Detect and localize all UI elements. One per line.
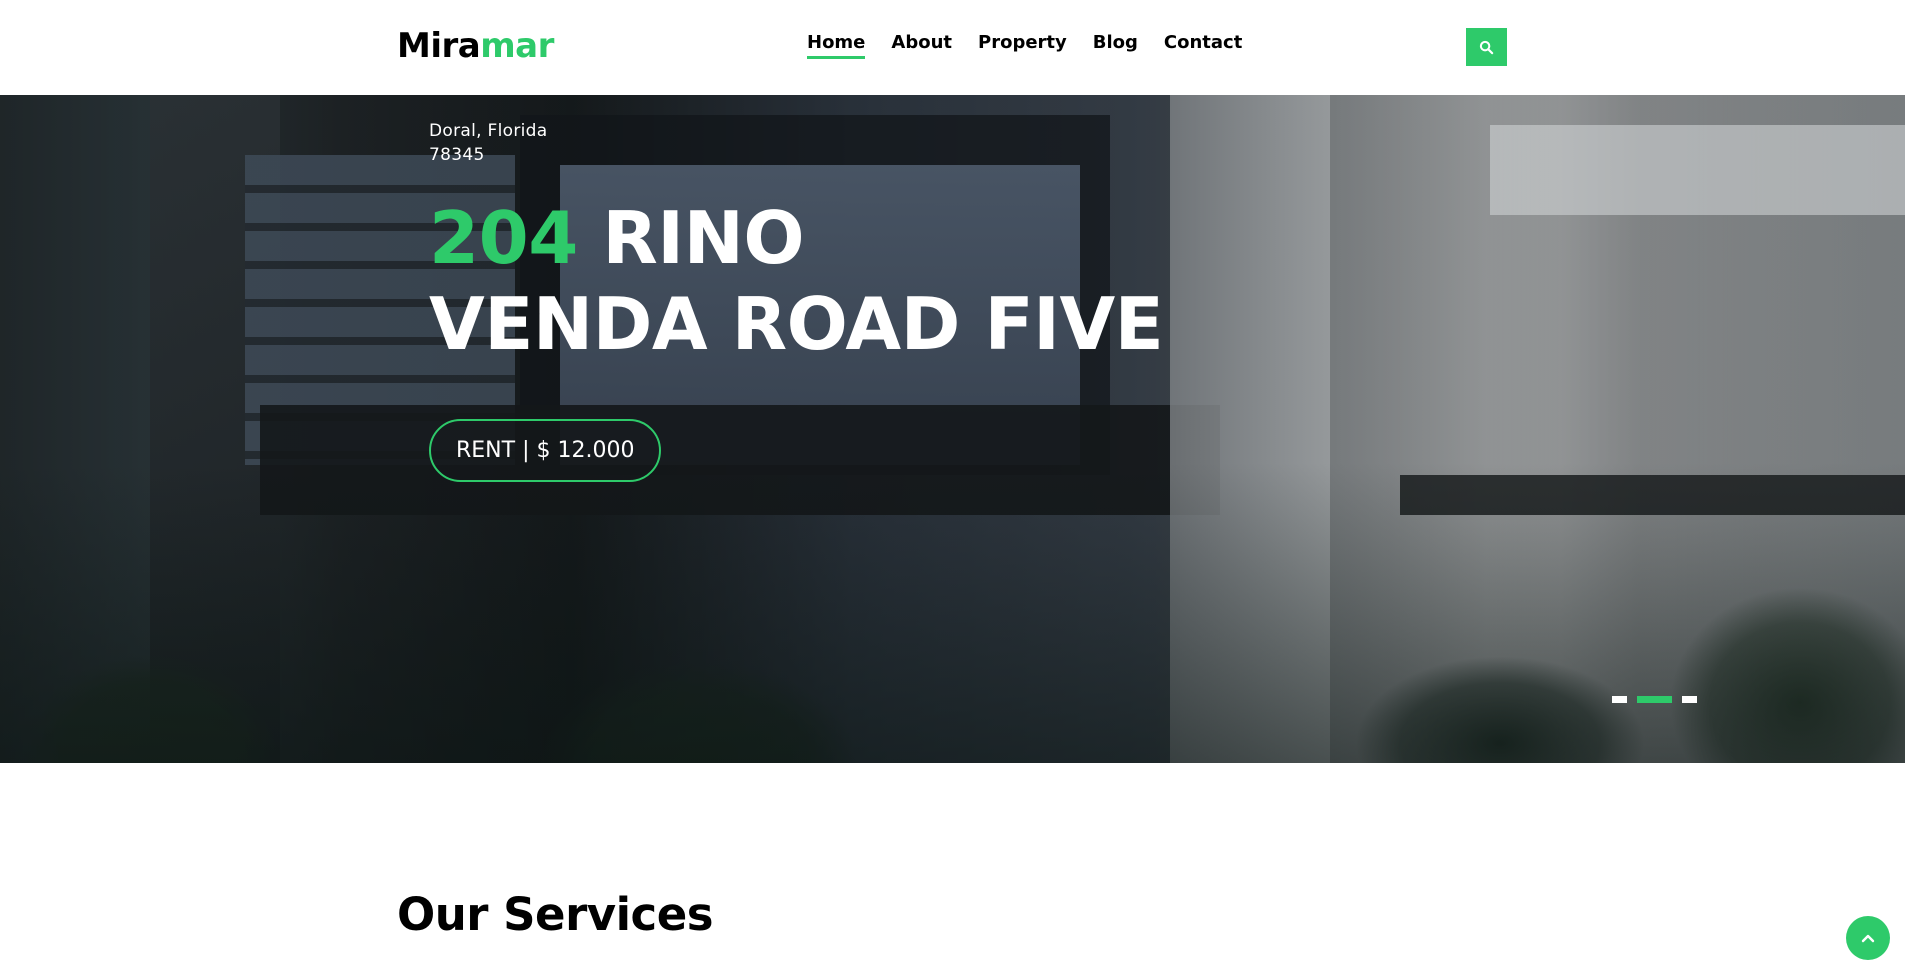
property-title-number: 204: [429, 196, 578, 280]
carousel-dot-1[interactable]: [1612, 696, 1627, 703]
nav-item-about[interactable]: About: [891, 32, 952, 59]
back-to-top-button[interactable]: [1846, 916, 1890, 960]
site-header: Miramar Home About Property Blog Contact: [0, 0, 1905, 95]
search-button[interactable]: [1466, 28, 1507, 66]
carousel-dot-2[interactable]: [1637, 696, 1672, 703]
property-title-line2: VENDA ROAD FIVE: [429, 282, 1164, 366]
nav-item-home[interactable]: Home: [807, 32, 866, 59]
chevron-up-icon: [1861, 934, 1875, 943]
carousel-dots: [1612, 696, 1697, 703]
nav-item-contact[interactable]: Contact: [1164, 32, 1242, 59]
property-title-line1: RINO: [577, 196, 805, 280]
services-heading: Our Services: [397, 888, 714, 941]
property-title: 204 RINO VENDA ROAD FIVE: [429, 195, 1164, 367]
main-nav: Home About Property Blog Contact: [807, 32, 1242, 59]
nav-item-property[interactable]: Property: [978, 32, 1067, 59]
site-logo[interactable]: Miramar: [397, 26, 554, 66]
nav-item-blog[interactable]: Blog: [1093, 32, 1138, 59]
property-address: Doral, Florida 78345: [429, 119, 1163, 167]
rent-price-button[interactable]: RENT | $ 12.000: [429, 419, 662, 482]
address-line-zip: 78345: [429, 145, 485, 165]
carousel-dot-3[interactable]: [1682, 696, 1697, 703]
logo-text-part1: Mira: [397, 26, 481, 66]
hero-carousel: Doral, Florida 78345 204 RINO VENDA ROAD…: [0, 95, 1905, 763]
search-icon: [1479, 40, 1494, 54]
hero-content: Doral, Florida 78345 204 RINO VENDA ROAD…: [429, 119, 1164, 482]
address-line-city: Doral, Florida: [429, 121, 548, 141]
logo-text-part2: mar: [480, 26, 554, 66]
